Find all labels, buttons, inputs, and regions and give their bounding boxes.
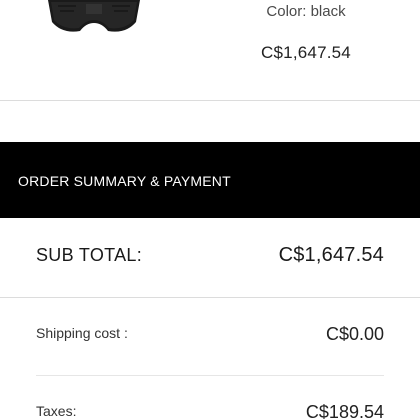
- subtotal-value: C$1,647.54: [278, 244, 384, 266]
- order-summary-title: ORDER SUMMARY & PAYMENT: [18, 173, 231, 189]
- handbag-thumbnail-icon: [48, 0, 140, 32]
- taxes-row: Taxes: C$189.54: [36, 376, 384, 420]
- cart-item: Color: black C$1,647.54: [0, 0, 420, 101]
- checkout-screen: Color: black C$1,647.54 ORDER SUMMARY & …: [0, 0, 420, 420]
- product-price: C$1,647.54: [261, 43, 351, 62]
- subtotal-row: SUB TOTAL: C$1,647.54: [0, 218, 420, 298]
- product-color-value: black: [310, 3, 346, 20]
- order-summary-header: ORDER SUMMARY & PAYMENT: [0, 142, 420, 218]
- taxes-label: Taxes:: [36, 403, 77, 419]
- taxes-value: C$189.54: [305, 402, 384, 420]
- subtotal-label: SUB TOTAL:: [36, 245, 143, 265]
- product-color-label: Color:: [266, 3, 307, 20]
- shipping-label: Shipping cost :: [36, 325, 128, 341]
- shipping-row: Shipping cost : C$0.00: [36, 298, 384, 376]
- shipping-value: C$0.00: [325, 324, 384, 344]
- product-color: Color: black: [236, 3, 376, 20]
